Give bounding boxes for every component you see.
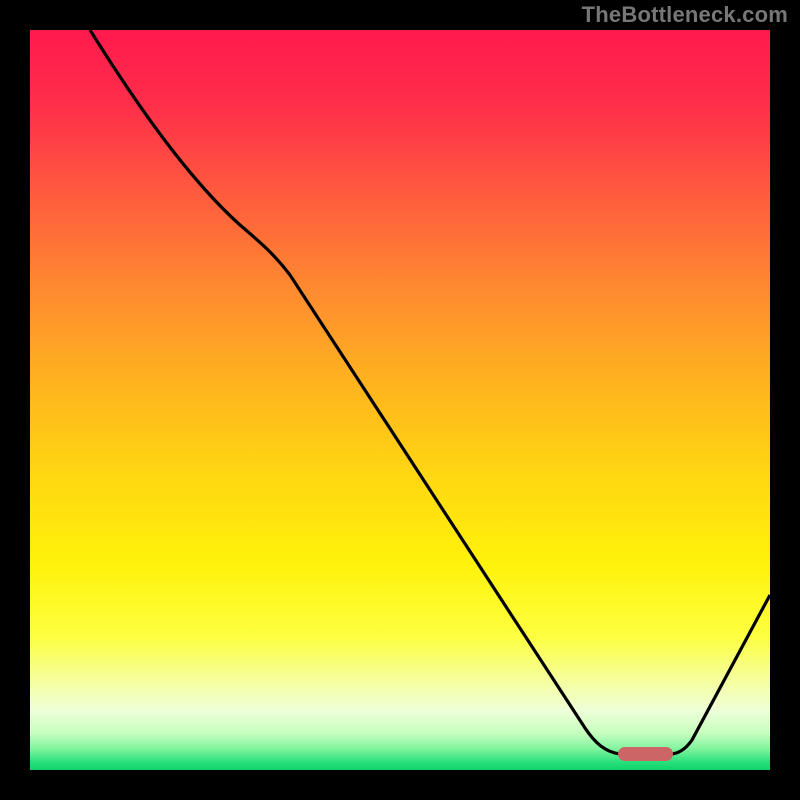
chart-container: TheBottleneck.com bbox=[0, 0, 800, 800]
optimal-range-marker bbox=[618, 747, 673, 761]
plot-area bbox=[30, 30, 770, 770]
background-gradient bbox=[30, 30, 770, 770]
watermark-text: TheBottleneck.com bbox=[582, 2, 788, 28]
